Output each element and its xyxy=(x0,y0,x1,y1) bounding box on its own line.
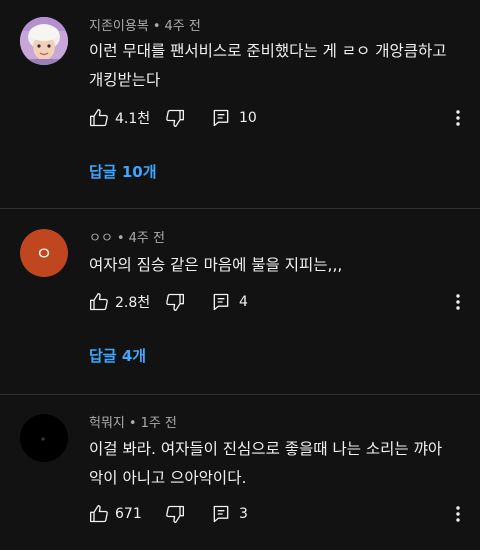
comment-text-line: 여자의 짐승 같은 마음에 불을 지피는,,, xyxy=(89,256,343,274)
reply-count: 3 xyxy=(239,506,248,522)
comment-time[interactable]: 1주 전 xyxy=(141,416,177,431)
view-replies-button[interactable]: 답글 10개 xyxy=(89,161,157,182)
thumb-up-icon[interactable] xyxy=(89,292,109,312)
more-vert-icon[interactable] xyxy=(450,290,466,314)
separator-dot: • xyxy=(152,19,161,34)
avatar-photo xyxy=(20,17,68,65)
comment-time[interactable]: 4주 전 xyxy=(129,231,165,246)
comment-text-line: 이걸 봐라. 여자들이 진심으로 좋을때 나는 소리는 꺄아 xyxy=(89,440,443,458)
comment-text: 이걸 봐라. 여자들이 진심으로 좋을때 나는 소리는 꺄아 악이 아니고 으아… xyxy=(89,435,459,493)
comment-item: 헉뭐지 • 1주 전 이걸 봐라. 여자들이 진심으로 좋을때 나는 소리는 꺄아 … xyxy=(0,394,480,550)
comment-text-line: 악이 아니고 으아악이다. xyxy=(89,469,247,487)
more-vert-icon[interactable] xyxy=(450,106,466,130)
comment-meta: 지존이용복 • 4주 전 xyxy=(89,15,201,34)
separator-dot: • xyxy=(116,231,125,246)
comment-item: 지존이용복 • 4주 전 이런 무대를 팬서비스로 준비했다는 게 ㄹㅇ 개앙큼하고… xyxy=(0,0,480,208)
reply-icon[interactable] xyxy=(211,292,231,312)
reply-icon[interactable] xyxy=(211,504,231,524)
thumb-up-icon[interactable] xyxy=(89,108,109,128)
comment-text: 여자의 짐승 같은 마음에 불을 지피는,,, xyxy=(89,251,459,280)
comment-time[interactable]: 4주 전 xyxy=(164,19,200,34)
thumb-down-icon[interactable] xyxy=(165,504,185,524)
avatar-photo xyxy=(20,414,68,462)
comment-actions: 2.8천 4 xyxy=(89,290,248,314)
comment-author[interactable]: 지존이용복 xyxy=(89,19,149,34)
separator-dot: • xyxy=(128,416,137,431)
comment-actions: 671 3 xyxy=(89,502,248,526)
reply-count: 10 xyxy=(239,110,257,126)
avatar-letter: ㅇ xyxy=(35,244,53,265)
avatar[interactable] xyxy=(20,17,68,65)
comment-author[interactable]: ㅇㅇ xyxy=(89,231,113,246)
reply-icon[interactable] xyxy=(211,108,231,128)
comment-text-line: 이런 무대를 팬서비스로 준비했다는 게 ㄹㅇ 개앙큼하고 xyxy=(89,42,447,60)
more-vert-icon[interactable] xyxy=(450,502,466,526)
comment-actions: 4.1천 10 xyxy=(89,106,257,130)
view-replies-button[interactable]: 답글 4개 xyxy=(89,345,146,366)
thumb-down-icon[interactable] xyxy=(165,108,185,128)
comment-text-line: 개킹받는다 xyxy=(89,71,161,89)
comment-author[interactable]: 헉뭐지 xyxy=(89,416,125,431)
avatar[interactable]: ㅇ xyxy=(20,229,68,277)
comment-meta: 헉뭐지 • 1주 전 xyxy=(89,412,177,431)
thumb-up-icon[interactable] xyxy=(89,504,109,524)
comment-item: ㅇ ㅇㅇ • 4주 전 여자의 짐승 같은 마음에 불을 지피는,,, 2.8천 4… xyxy=(0,208,480,394)
comment-meta: ㅇㅇ • 4주 전 xyxy=(89,227,165,246)
avatar[interactable] xyxy=(20,414,68,462)
comment-text: 이런 무대를 팬서비스로 준비했다는 게 ㄹㅇ 개앙큼하고 개킹받는다 xyxy=(89,37,459,95)
thumb-down-icon[interactable] xyxy=(165,292,185,312)
like-count: 2.8천 xyxy=(115,295,151,311)
like-count: 671 xyxy=(115,506,142,522)
reply-count: 4 xyxy=(239,294,248,310)
like-count: 4.1천 xyxy=(115,111,151,127)
